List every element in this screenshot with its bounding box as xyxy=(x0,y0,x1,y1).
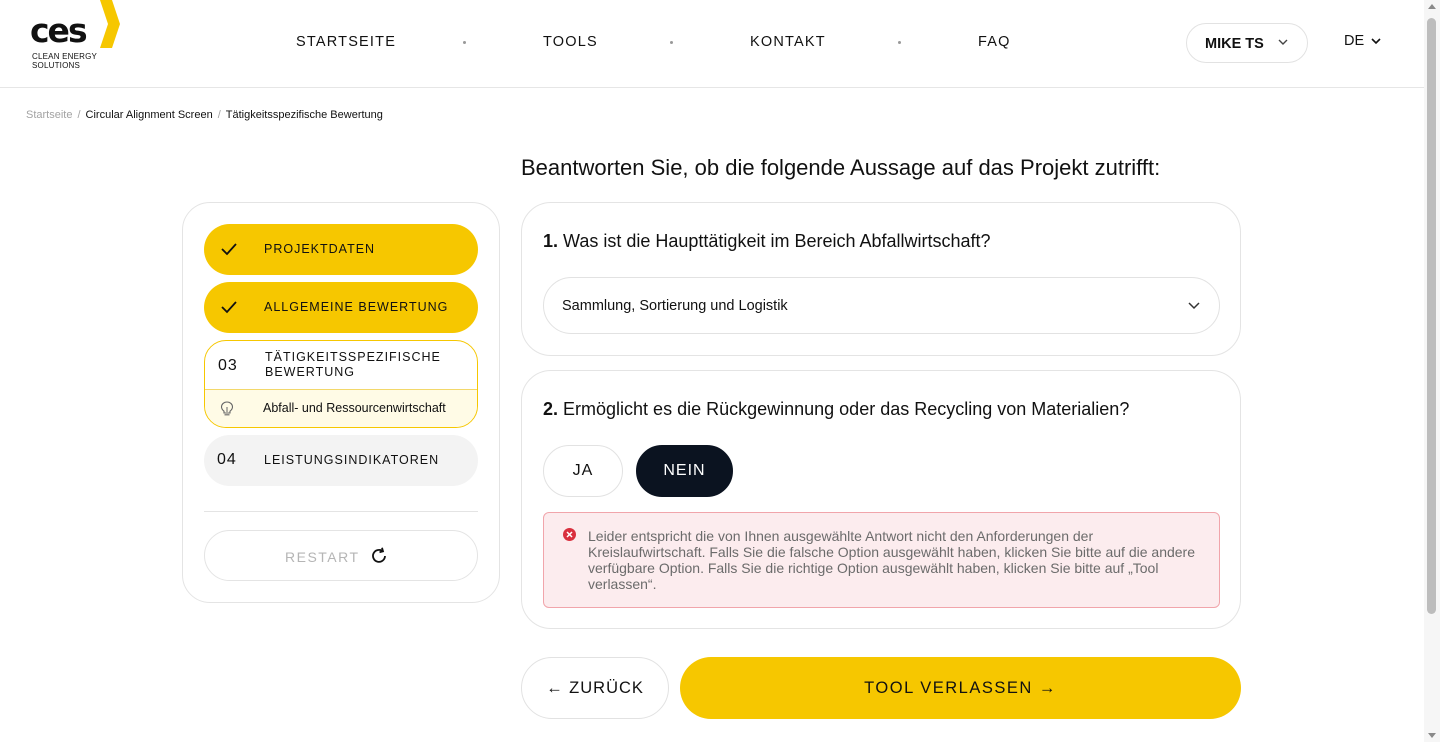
breadcrumb-separator: / xyxy=(77,109,81,121)
check-icon xyxy=(221,301,237,314)
activity-select[interactable]: Sammlung, Sortierung und Logistik xyxy=(543,277,1220,334)
step-number: 04 xyxy=(217,451,237,468)
nav-item-kontakt[interactable]: KONTAKT xyxy=(750,34,826,50)
step-label: ALLGEMEINE BEWERTUNG xyxy=(264,300,449,314)
breadcrumb-separator: / xyxy=(217,109,221,121)
step-label: LEISTUNGSINDIKATOREN xyxy=(264,453,440,467)
scrollbar-thumb[interactable] xyxy=(1427,18,1436,614)
question-card-1: 1. Was ist die Haupttätigkeit im Bereich… xyxy=(521,202,1241,356)
substep-label: Abfall- und Ressourcenwirtschaft xyxy=(263,401,446,415)
nav-item-startseite[interactable]: STARTSEITE xyxy=(296,34,396,50)
chevron-down-icon xyxy=(1371,38,1381,45)
answer-yes-button[interactable]: JA xyxy=(543,445,623,497)
exit-tool-button[interactable]: TOOL VERLASSEN → xyxy=(680,657,1241,719)
step-header: 03 TÄTIGKEITSSPEZIFISCHE BEWERTUNG xyxy=(205,341,477,390)
page: ces CLEAN ENERGY SOLUTIONS STARTSEITE TO… xyxy=(0,0,1440,742)
question-label: Was ist die Haupttätigkeit im Bereich Ab… xyxy=(563,231,991,251)
nav-item-faq[interactable]: FAQ xyxy=(978,34,1011,50)
logo-mark-icon xyxy=(100,0,120,48)
language-select[interactable]: DE xyxy=(1344,33,1381,49)
header: ces CLEAN ENERGY SOLUTIONS STARTSEITE TO… xyxy=(0,0,1424,88)
nav-separator xyxy=(463,41,466,44)
question-card-2: 2. Ermöglicht es die Rückgewinnung oder … xyxy=(521,370,1241,629)
breadcrumb-item-startseite[interactable]: Startseite xyxy=(26,109,72,121)
question-number: 2. xyxy=(543,399,559,419)
select-value: Sammlung, Sortierung und Logistik xyxy=(562,298,788,314)
logo-text: ces xyxy=(30,11,88,50)
chevron-down-icon xyxy=(1188,302,1200,310)
chevron-down-icon xyxy=(1278,39,1288,45)
logo-subtitle: CLEAN ENERGY SOLUTIONS xyxy=(32,52,97,70)
restart-label: RESTART xyxy=(285,549,360,565)
step-label: PROJEKTDATEN xyxy=(264,242,376,256)
scroll-up-arrow-icon[interactable] xyxy=(1428,4,1436,9)
user-menu-button[interactable]: MIKE TS xyxy=(1186,23,1308,63)
step-leistungsindikatoren[interactable]: 04 LEISTUNGSINDIKATOREN xyxy=(204,435,478,486)
step-allgemeine-bewertung[interactable]: ALLGEMEINE BEWERTUNG xyxy=(204,282,478,333)
user-name: MIKE TS xyxy=(1205,36,1264,52)
question-label: Ermöglicht es die Rückgewinnung oder das… xyxy=(563,399,1130,419)
step-taetigkeitsspezifische-bewertung[interactable]: 03 TÄTIGKEITSSPEZIFISCHE BEWERTUNG Abfal… xyxy=(204,340,478,428)
step-label: TÄTIGKEITSSPEZIFISCHE BEWERTUNG xyxy=(265,350,441,379)
scrollbar[interactable] xyxy=(1424,0,1440,742)
progress-sidebar: PROJEKTDATEN ALLGEMEINE BEWERTUNG 03 TÄT… xyxy=(182,202,500,603)
scroll-down-arrow-icon[interactable] xyxy=(1428,733,1436,738)
alert-message: Leider entspricht die von Ihnen ausgewäh… xyxy=(588,528,1196,592)
nav-item-tools[interactable]: TOOLS xyxy=(543,34,598,50)
lightbulb-icon xyxy=(220,401,234,416)
breadcrumb-item-circular-alignment[interactable]: Circular Alignment Screen xyxy=(86,109,213,121)
question-number: 1. xyxy=(543,231,559,251)
check-icon xyxy=(221,243,237,256)
answer-no-button[interactable]: NEIN xyxy=(636,445,733,497)
error-icon xyxy=(563,528,576,541)
breadcrumb-item-current: Tätigkeitsspezifische Bewertung xyxy=(225,109,383,121)
breadcrumb: Startseite / Circular Alignment Screen / Tät… xyxy=(26,109,383,121)
nav-separator xyxy=(898,41,901,44)
nav-separator xyxy=(670,41,673,44)
page-title: Beantworten Sie, ob die folgende Aussage… xyxy=(521,155,1161,180)
question-2-text: 2. Ermöglicht es die Rückgewinnung oder … xyxy=(543,399,1129,420)
back-button[interactable]: ← ZURÜCK xyxy=(521,657,669,719)
step-number: 03 xyxy=(218,357,238,374)
step-projektdaten[interactable]: PROJEKTDATEN xyxy=(204,224,478,275)
logo[interactable]: ces CLEAN ENERGY SOLUTIONS xyxy=(30,0,130,72)
language-label: DE xyxy=(1344,33,1365,49)
step-substep[interactable]: Abfall- und Ressourcenwirtschaft xyxy=(205,390,477,427)
sidebar-divider xyxy=(204,511,478,512)
error-alert: Leider entspricht die von Ihnen ausgewäh… xyxy=(543,512,1220,608)
question-1-text: 1. Was ist die Haupttätigkeit im Bereich… xyxy=(543,231,991,252)
refresh-icon xyxy=(372,547,386,563)
restart-button[interactable]: RESTART xyxy=(204,530,478,581)
